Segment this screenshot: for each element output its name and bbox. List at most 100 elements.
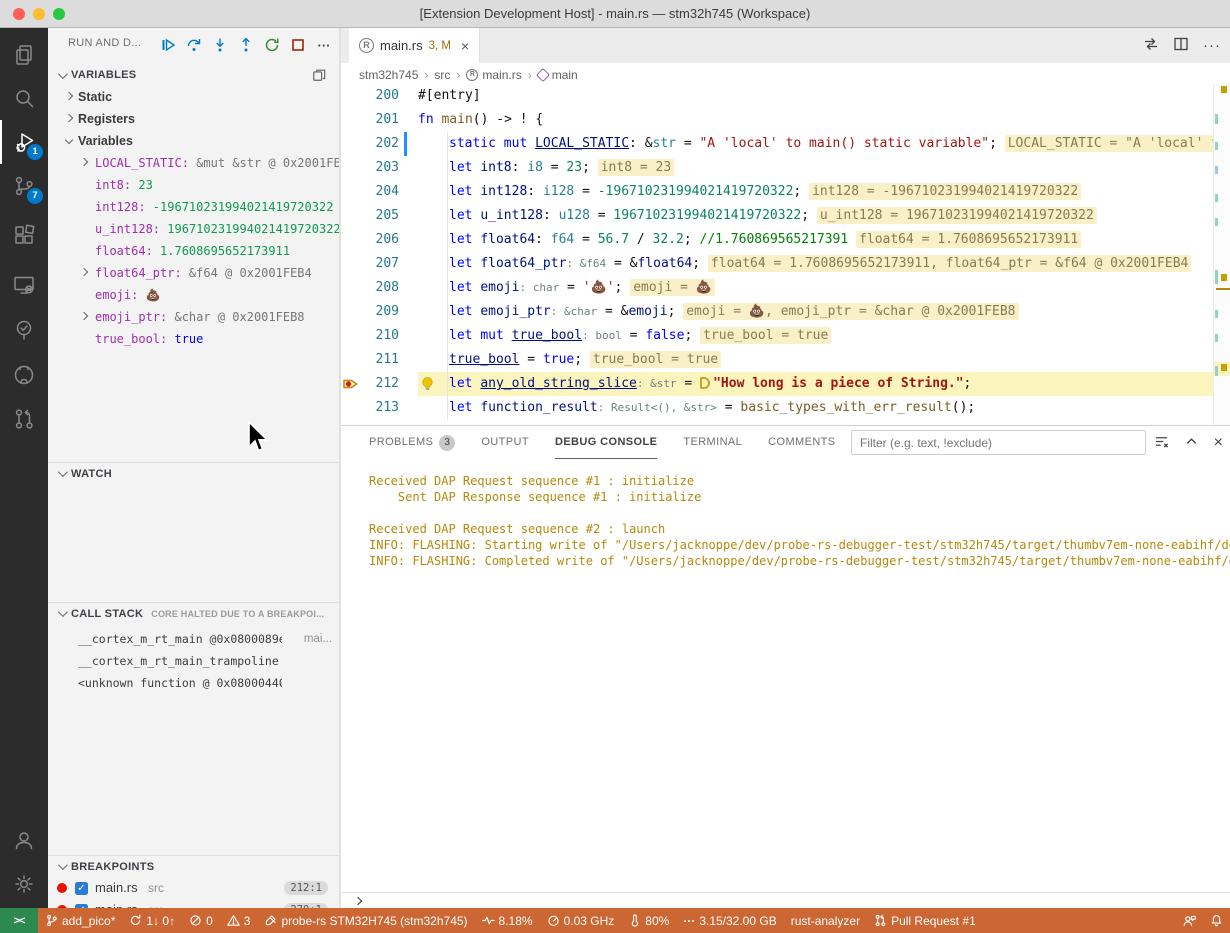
status-item-0[interactable]: 0 bbox=[182, 908, 220, 933]
code-line-213[interactable]: 213let function_result: Result<(), &str>… bbox=[341, 396, 1214, 420]
variable-row-float64_ptr[interactable]: float64_ptr: &f64 @ 0x2001FEB4 bbox=[48, 262, 340, 284]
status-item-probe-rs-stm32h745-stm32h745[interactable]: probe-rs STM32H745 (stm32h745) bbox=[257, 908, 474, 933]
activity-item-remote-explorer[interactable] bbox=[0, 263, 48, 307]
code-line-201[interactable]: 201fn main() -> ! { bbox=[341, 108, 1214, 132]
activity-item-pull-requests[interactable] bbox=[0, 397, 48, 441]
activity-item-search[interactable] bbox=[0, 76, 48, 120]
status-item-8-18-[interactable]: 8.18% bbox=[475, 908, 540, 933]
variables-section-header[interactable]: VARIABLES bbox=[48, 64, 340, 86]
stack-frame[interactable]: <unknown function @ 0x08000440> @0x08000 bbox=[48, 672, 340, 694]
code-line-200[interactable]: 200#[entry] bbox=[341, 84, 1214, 108]
line-number: 202 bbox=[341, 132, 399, 156]
debug-console-input[interactable] bbox=[341, 892, 1230, 908]
panel-tab-debug-console[interactable]: DEBUG CONSOLE bbox=[555, 426, 657, 459]
variable-row-float64[interactable]: float64: 1.7608695652173911 bbox=[48, 240, 340, 262]
code-line-212[interactable]: 212let any_old_string_slice: &str = "How… bbox=[341, 372, 1214, 396]
breadcrumb-item-main[interactable]: main bbox=[538, 68, 578, 82]
code-line-207[interactable]: 207let float64_ptr: &f64 = &float64; flo… bbox=[341, 252, 1214, 276]
minimap-mark bbox=[1215, 218, 1218, 226]
variables-group-variables[interactable]: Variables bbox=[48, 130, 340, 152]
variables-group-static[interactable]: Static bbox=[48, 86, 340, 108]
stop-button[interactable] bbox=[288, 36, 308, 54]
activity-item-github[interactable] bbox=[0, 353, 48, 397]
continue-button[interactable] bbox=[158, 36, 178, 54]
code-line-206[interactable]: 206let float64: f64 = 56.7 / 32.2; //1.7… bbox=[341, 228, 1214, 252]
code-line-205[interactable]: 205let u_int128: u128 = 1967102319940214… bbox=[341, 204, 1214, 228]
feedback-icon bbox=[1183, 914, 1196, 927]
more-actions-icon[interactable]: ··· bbox=[1203, 37, 1221, 54]
status-item-80-[interactable]: 80% bbox=[621, 908, 676, 933]
breakpoint-checkbox[interactable]: ✓ bbox=[75, 882, 88, 895]
step-into-button[interactable] bbox=[210, 36, 230, 54]
activity-item-extensions[interactable] bbox=[0, 213, 48, 257]
code-line-210[interactable]: 210let mut true_bool: bool = false; true… bbox=[341, 324, 1214, 348]
step-over-button[interactable] bbox=[184, 36, 204, 54]
code-line-203[interactable]: 203let int8: i8 = 23; int8 = 23 bbox=[341, 156, 1214, 180]
minimap[interactable] bbox=[1213, 84, 1230, 425]
status-item-1-0-[interactable]: 1↓ 0↑ bbox=[122, 908, 182, 933]
call-stack-section-header[interactable]: CALL STACK CORE HALTED DUE TO A BREAKPOI… bbox=[48, 602, 340, 624]
code-line-209[interactable]: 209let emoji_ptr: &char = &emoji; emoji … bbox=[341, 300, 1214, 324]
code-line-208[interactable]: 208let emoji: char = '💩'; emoji = 💩 bbox=[341, 276, 1214, 300]
watch-section-header[interactable]: WATCH bbox=[48, 462, 340, 484]
panel-tab-output[interactable]: OUTPUT bbox=[481, 426, 529, 459]
activity-item-explorer[interactable] bbox=[0, 33, 48, 77]
account-icon bbox=[12, 828, 36, 852]
variable-row-int8[interactable]: int8: 23 bbox=[48, 174, 340, 196]
status-item-3-15-32-00-gb[interactable]: ···3.15/32.00 GB bbox=[676, 908, 783, 933]
editor-tab-main-rs[interactable]: R main.rs 3, M × bbox=[349, 28, 480, 63]
panel-tab-comments[interactable]: COMMENTS bbox=[768, 426, 835, 459]
breadcrumb-item-stm32h745[interactable]: stm32h745 bbox=[359, 68, 418, 82]
tab-close-icon[interactable]: × bbox=[461, 38, 469, 54]
activity-item-settings[interactable] bbox=[0, 862, 48, 906]
copy-icon[interactable] bbox=[312, 68, 326, 82]
stack-frame[interactable]: __cortex_m_rt_main_trampoline @0x0800081 bbox=[48, 650, 340, 672]
filter-results-icon[interactable] bbox=[1154, 434, 1169, 452]
open-changes-icon[interactable] bbox=[1143, 36, 1159, 55]
breadcrumb-item-src[interactable]: src bbox=[434, 68, 450, 82]
code-line-204[interactable]: 204let int128: i128 = -19671023199402141… bbox=[341, 180, 1214, 204]
status-item-add-pico-[interactable]: add_pico* bbox=[38, 908, 122, 933]
debug-console-output[interactable]: Received DAP Request sequence #1 : initi… bbox=[341, 459, 1230, 892]
panel-tab-terminal[interactable]: TERMINAL bbox=[683, 426, 742, 459]
stack-frame[interactable]: __cortex_m_rt_main @0x0800089emai... bbox=[48, 628, 340, 650]
variables-group-registers[interactable]: Registers bbox=[48, 108, 340, 130]
code-line-202[interactable]: 202static mut LOCAL_STATIC: &str = "A 'l… bbox=[341, 132, 1214, 156]
token: float64 bbox=[480, 232, 535, 247]
activity-item-test-explorer[interactable] bbox=[0, 308, 48, 352]
github-icon bbox=[12, 363, 36, 387]
step-out-button[interactable] bbox=[236, 36, 256, 54]
code-text: let any_old_string_slice: &str = "How lo… bbox=[418, 372, 1214, 396]
breakpoints-section-header[interactable]: BREAKPOINTS bbox=[48, 855, 340, 877]
status-item-0-03-ghz[interactable]: 0.03 GHz bbox=[540, 908, 622, 933]
minimap-mark bbox=[1215, 114, 1218, 124]
restart-button[interactable] bbox=[262, 36, 282, 54]
variable-row-true_bool[interactable]: true_bool: true bbox=[48, 328, 340, 350]
status-item-bell[interactable] bbox=[1203, 908, 1230, 933]
code-line-211[interactable]: 211true_bool = true; true_bool = true bbox=[341, 348, 1214, 372]
remote-indicator[interactable]: >< bbox=[0, 908, 38, 933]
status-item-feedback[interactable] bbox=[1176, 908, 1203, 933]
breadcrumb-item-main-rs[interactable]: Rmain.rs bbox=[466, 68, 521, 82]
maximize-panel-icon[interactable] bbox=[1184, 434, 1199, 452]
status-item-3[interactable]: 3 bbox=[220, 908, 258, 933]
filter-input[interactable] bbox=[851, 430, 1146, 455]
breakpoint-row[interactable]: ✓main.rssrc270:1 bbox=[48, 899, 340, 908]
close-panel-icon[interactable]: × bbox=[1214, 434, 1223, 452]
breakpoint-row[interactable]: ✓main.rssrc212:1 bbox=[48, 877, 340, 899]
activity-item-source-control[interactable]: 7 bbox=[0, 164, 48, 208]
variable-row-emoji_ptr[interactable]: emoji_ptr: &char @ 0x2001FEB8 bbox=[48, 306, 340, 328]
variable-row-LOCAL_STATIC[interactable]: LOCAL_STATIC: &mut &str @ 0x2001FE78 bbox=[48, 152, 340, 174]
status-item-rust-analyzer[interactable]: rust-analyzer bbox=[784, 908, 867, 933]
code-editor[interactable]: 200#[entry]201fn main() -> ! {202static … bbox=[341, 84, 1214, 425]
activity-item-run-and-debug[interactable]: 1 bbox=[0, 120, 48, 164]
indent-guide bbox=[447, 228, 448, 252]
variable-row-emoji[interactable]: emoji: 💩 bbox=[48, 284, 340, 306]
status-item-pull-request-1[interactable]: Pull Request #1 bbox=[867, 908, 983, 933]
variable-row-int128[interactable]: int128: -196710231994021419720322 bbox=[48, 196, 340, 218]
panel-tab-problems[interactable]: PROBLEMS3 bbox=[369, 426, 455, 459]
split-editor-icon[interactable] bbox=[1173, 36, 1189, 55]
variable-row-u_int128[interactable]: u_int128: 196710231994021419720322 bbox=[48, 218, 340, 240]
more-actions-icon[interactable]: ··· bbox=[314, 36, 334, 54]
activity-item-account[interactable] bbox=[0, 818, 48, 862]
